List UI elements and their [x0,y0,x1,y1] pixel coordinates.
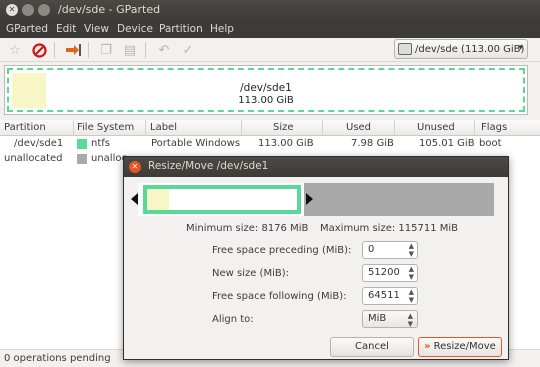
cancel-button[interactable]: Cancel [330,337,414,357]
cancel-button-label: Cancel [355,341,389,352]
menu-view[interactable]: View [84,23,109,35]
window-close-icon[interactable]: ✕ [6,4,18,16]
chevron-down-icon: ▾ [518,43,523,53]
cell-filesystem: ntfs [91,138,110,149]
new-partition-icon[interactable]: ☆ [6,41,24,59]
status-text: 0 operations pending [4,353,111,364]
menu-partition[interactable]: Partition [159,23,203,35]
free-space-following-input[interactable]: 64511 ▲ ▼ [362,287,418,305]
resize-right-handle-icon[interactable] [306,193,313,205]
spin-arrows-icon[interactable]: ▲ ▼ [409,265,414,281]
graph-partition-name: /dev/sde1 [240,82,292,94]
resize-track [138,183,494,216]
free-space-preceding-input[interactable]: 0 ▲ ▼ [362,241,418,259]
toolbar-separator [54,42,55,58]
filesystem-color-swatch [77,139,87,149]
resize-partition-area [138,183,304,216]
resize-partition-block[interactable] [143,185,301,214]
graph-partition-size: 113.00 GiB [238,95,294,106]
window-minimize-icon[interactable] [22,4,34,16]
column-partition[interactable]: Partition [4,122,46,133]
cell-filesystem: unalloc [91,153,127,164]
minimum-size-label: Minimum size: 8176 MiB [186,223,309,234]
column-divider [394,120,395,136]
align-to-label: Align to: [212,314,254,325]
free-space-following-value: 64511 [368,290,400,301]
cell-label: Portable Windows [151,138,241,149]
column-divider [322,120,323,136]
partition-graph: /dev/sde1 113.00 GiB [4,65,528,115]
resize-used-space [147,189,169,210]
toolbar-separator [145,42,146,58]
cell-size: 113.00 GiB [258,138,314,149]
device-selector[interactable]: /dev/sde (113.00 GiB) ▾ [394,39,528,59]
align-to-value: MiB [368,313,387,324]
dialog-titlebar: ✕ Resize/Move /dev/sde1 [124,157,508,177]
spin-arrows-icon[interactable]: ▲ ▼ [409,242,414,258]
delete-icon[interactable] [30,41,48,59]
column-divider [241,120,242,136]
column-flags[interactable]: Flags [481,122,507,133]
copy-icon[interactable]: ❐ [97,41,115,59]
window-title: /dev/sde - GParted [58,3,161,16]
apply-icon[interactable]: ✓ [179,41,197,59]
table-header: Partition File System Label Size Used Un… [0,120,540,136]
hard-drive-icon [398,43,412,55]
free-space-following-label: Free space following (MiB): [212,291,347,302]
column-unused[interactable]: Unused [417,122,455,133]
resize-move-button-label: Resize/Move [433,341,496,352]
table-row[interactable]: /dev/sde1 ntfs Portable Windows 113.00 G… [0,137,540,152]
column-filesystem[interactable]: File System [77,122,134,133]
new-size-input[interactable]: 51200 ▲ ▼ [362,264,418,282]
resize-move-button[interactable]: » Resize/Move [418,337,502,357]
toolbar-separator [88,42,89,58]
menu-help[interactable]: Help [210,23,234,35]
menu-edit[interactable]: Edit [56,23,76,35]
new-size-label: New size (MiB): [212,268,289,279]
partition-graph-sde1[interactable]: /dev/sde1 113.00 GiB [7,68,525,112]
free-space-preceding-value: 0 [368,244,375,255]
column-divider [145,120,146,136]
free-space-preceding-label: Free space preceding (MiB): [212,245,352,256]
cell-partition: /dev/sde1 [14,138,64,149]
new-size-value: 51200 [368,267,400,278]
cell-used: 7.98 GiB [351,138,394,149]
combo-arrows-icon: ▲ ▼ [407,312,413,328]
dialog-title: Resize/Move /dev/sde1 [148,160,269,172]
resize-move-icon[interactable] [64,41,82,59]
window-titlebar: ✕ /dev/sde - GParted [0,0,540,20]
column-size[interactable]: Size [273,122,294,133]
window-maximize-icon[interactable] [38,4,50,16]
maximum-size-label: Maximum size: 115711 MiB [320,223,459,234]
cell-flags: boot [479,138,502,149]
resize-left-handle-icon[interactable] [131,193,138,205]
column-label[interactable]: Label [150,122,177,133]
spin-arrows-icon[interactable]: ▲ ▼ [409,288,414,304]
undo-icon[interactable]: ↶ [155,41,173,59]
cell-unused: 105.01 GiB [419,138,475,149]
resize-move-dialog: ✕ Resize/Move /dev/sde1 Minimum size: 81… [123,156,509,360]
menu-gparted[interactable]: GParted [6,23,48,35]
paste-icon[interactable]: ▤ [121,41,139,59]
menubar: GParted Edit View Device Partition Help [0,20,540,38]
cell-partition: unallocated [4,153,63,164]
column-used[interactable]: Used [346,122,371,133]
menu-device[interactable]: Device [117,23,153,35]
device-selector-label: /dev/sde (113.00 GiB) [415,43,525,55]
filesystem-color-swatch [77,154,87,164]
column-divider [73,120,74,136]
resize-move-icon: » [424,341,431,352]
align-to-select[interactable]: MiB ▲ ▼ [362,310,418,328]
column-divider [474,120,475,136]
dialog-close-icon[interactable]: ✕ [129,161,141,173]
